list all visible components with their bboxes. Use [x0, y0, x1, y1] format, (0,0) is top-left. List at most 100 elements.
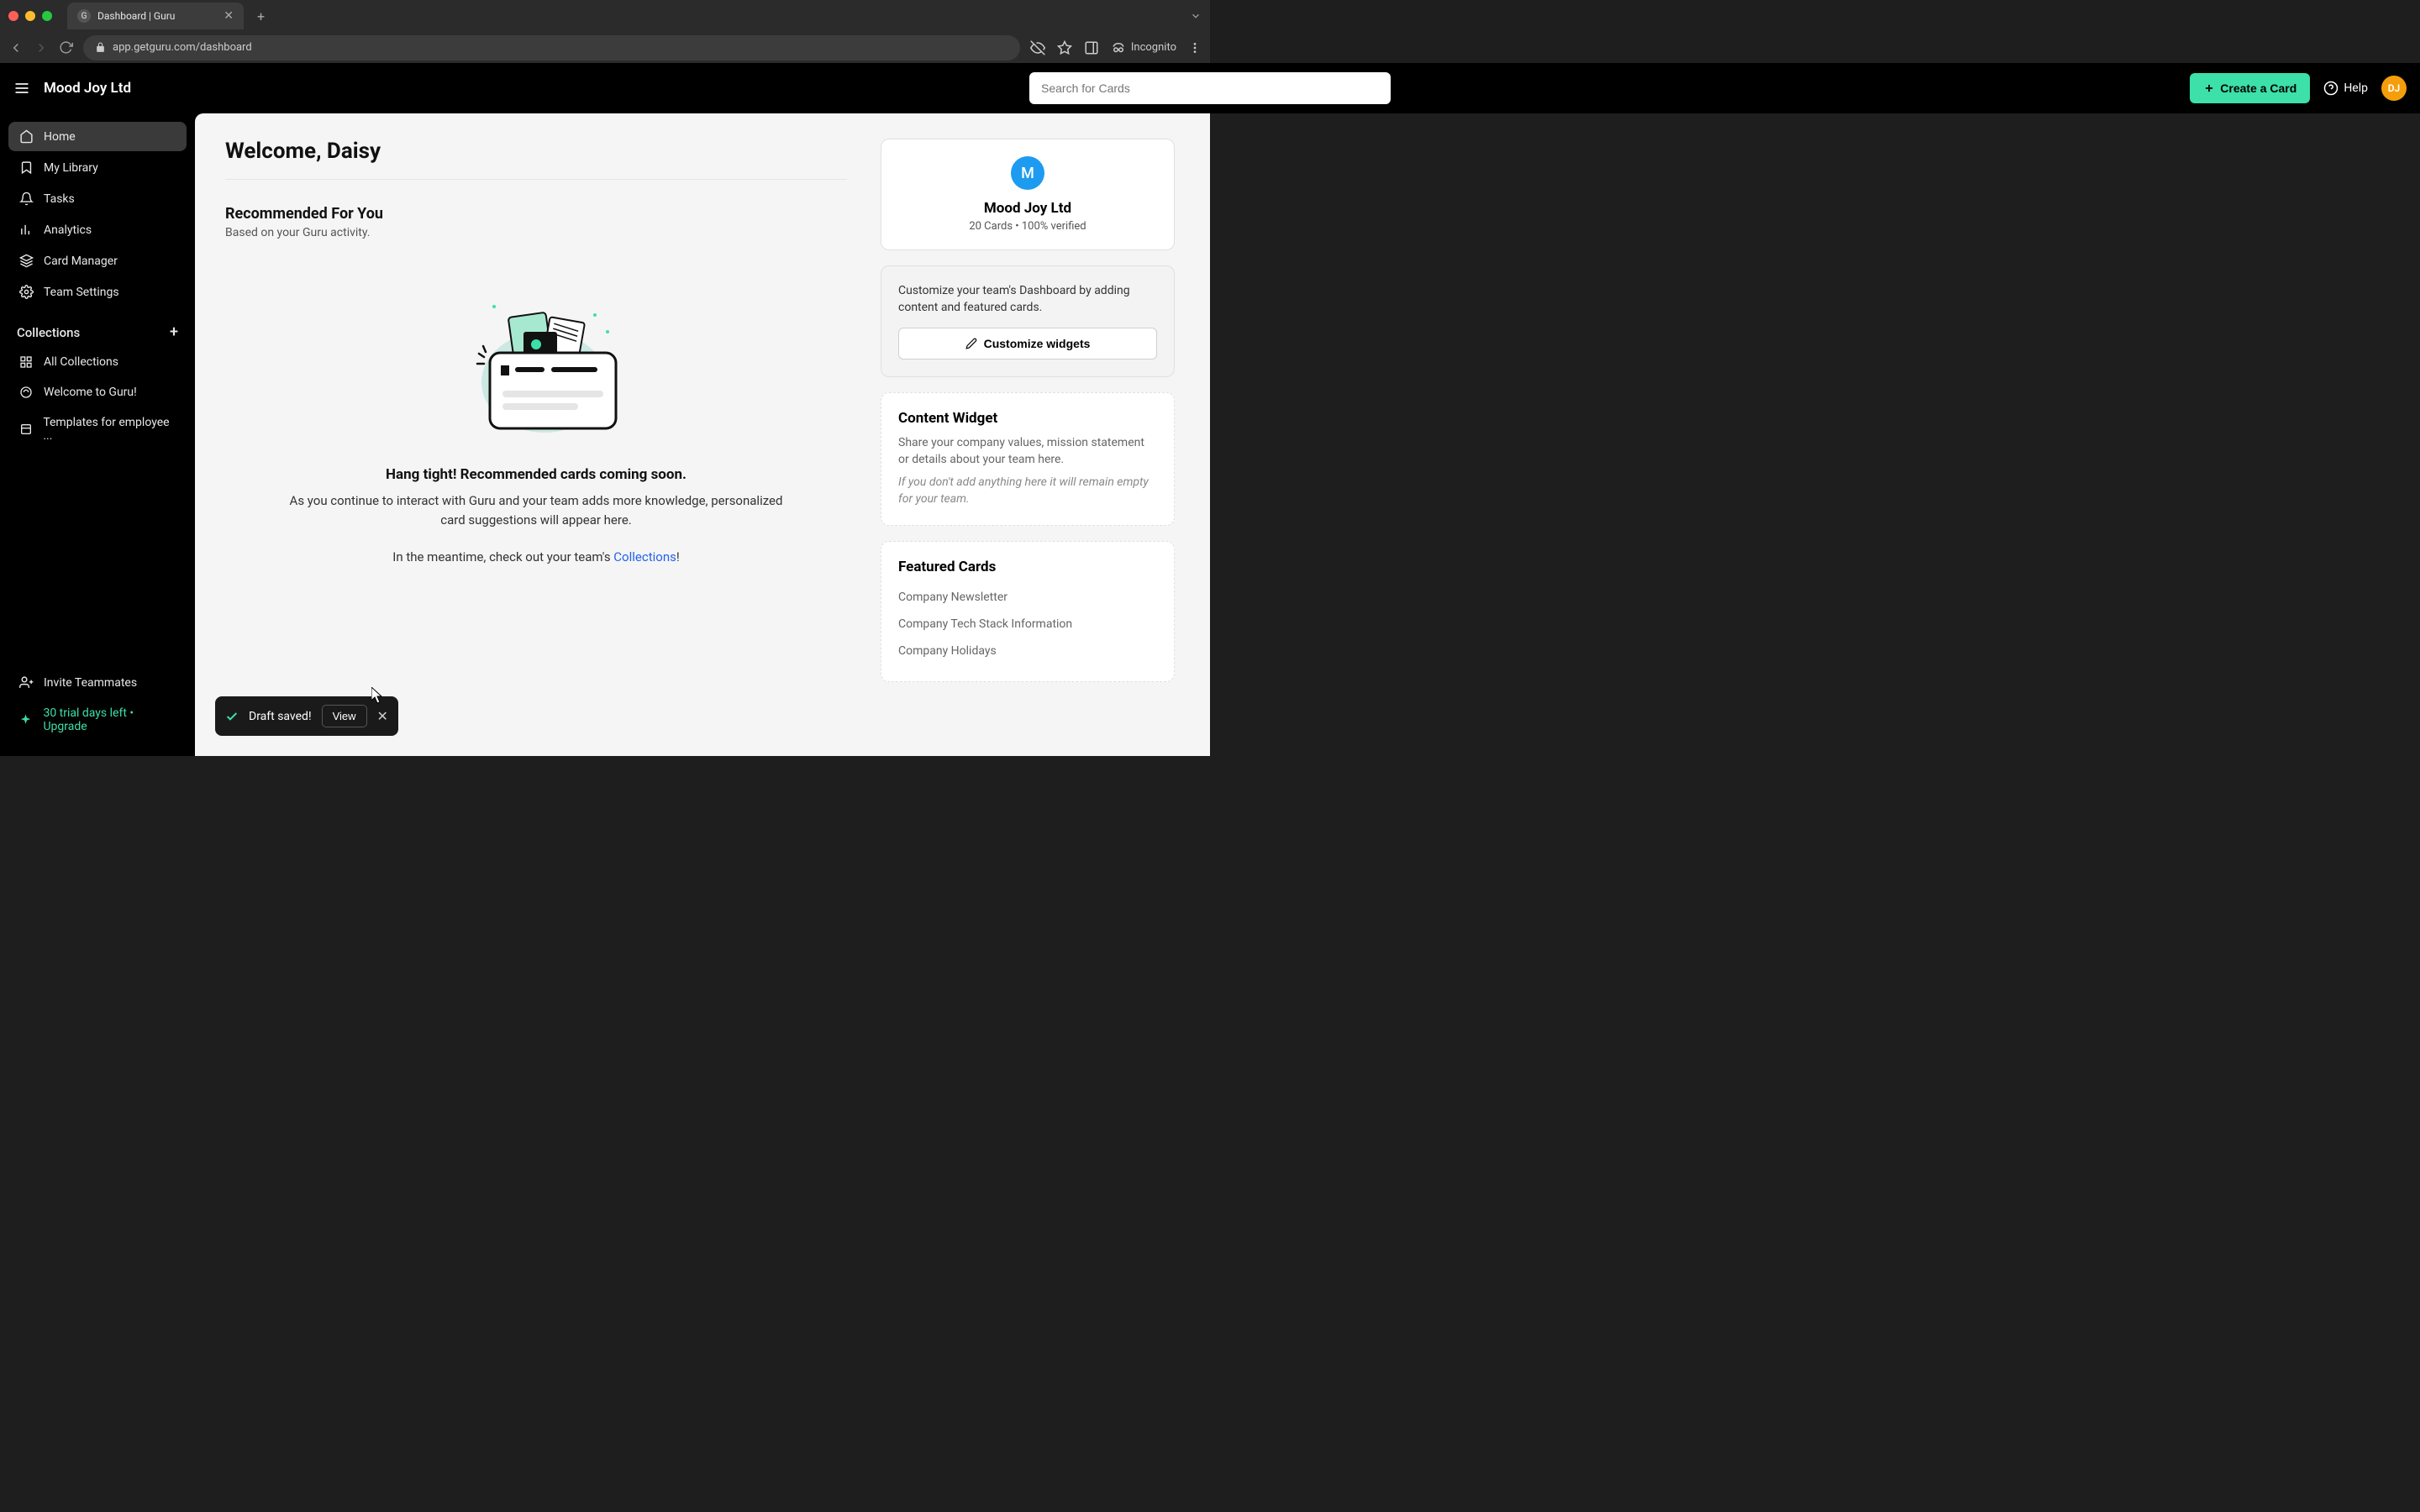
- collections-list: All Collections Welcome to Guru! Templat…: [0, 348, 195, 452]
- search-input[interactable]: [1041, 81, 1379, 95]
- right-rail: M Mood Joy Ltd 20 Cards • 100% verified …: [881, 139, 1175, 731]
- layers-icon: [18, 254, 34, 268]
- featured-list: Company Newsletter Company Tech Stack In…: [898, 584, 1157, 664]
- tab-title: Dashboard | Guru: [97, 10, 217, 22]
- sparkle-icon: [18, 713, 33, 727]
- guru-icon: [18, 386, 34, 399]
- empty-cta: In the meantime, check out your team's C…: [276, 549, 797, 564]
- empty-state: Hang tight! Recommended cards coming soo…: [225, 239, 847, 598]
- content-widget-hint: If you don't add anything here it will r…: [898, 475, 1157, 507]
- toolbar-icons: Incognito: [1030, 40, 1202, 55]
- org-name: Mood Joy Ltd: [898, 200, 1157, 217]
- welcome-title: Welcome, Daisy: [225, 139, 847, 164]
- analytics-icon: [18, 223, 34, 237]
- window-controls: [8, 11, 52, 21]
- sidebar-footer: Invite Teammates 30 trial days left • Up…: [0, 668, 195, 756]
- org-widget: M Mood Joy Ltd 20 Cards • 100% verified: [881, 139, 1175, 250]
- collections-header: Collections +: [0, 308, 195, 348]
- customize-widgets-button[interactable]: Customize widgets: [898, 328, 1157, 360]
- recommended-title: Recommended For You: [225, 205, 847, 223]
- nav-team-settings[interactable]: Team Settings: [8, 277, 187, 307]
- create-card-button[interactable]: Create a Card: [2190, 73, 2310, 103]
- tab-bar: G Dashboard | Guru ✕ +: [0, 0, 1210, 32]
- empty-illustration: [444, 273, 629, 441]
- reload-button[interactable]: [59, 40, 73, 55]
- user-plus-icon: [18, 675, 34, 690]
- toast-close-icon[interactable]: ✕: [377, 708, 388, 724]
- forward-button[interactable]: [34, 40, 49, 55]
- featured-item[interactable]: Company Holidays: [898, 638, 1157, 664]
- customize-widget: Customize your team's Dashboard by addin…: [881, 265, 1175, 377]
- org-avatar: M: [1011, 156, 1044, 190]
- eye-off-icon[interactable]: [1030, 40, 1045, 55]
- window-maximize[interactable]: [42, 11, 52, 21]
- nav-list: Home My Library Tasks Analytics Card Man…: [0, 122, 195, 308]
- empty-description: As you continue to interact with Guru an…: [276, 491, 797, 529]
- toast: Draft saved! View ✕: [215, 696, 398, 736]
- featured-title: Featured Cards: [898, 559, 1157, 575]
- url-bar[interactable]: app.getguru.com/dashboard: [83, 35, 1020, 60]
- divider: [225, 179, 847, 180]
- window-minimize[interactable]: [25, 11, 35, 21]
- featured-item[interactable]: Company Tech Stack Information: [898, 611, 1157, 638]
- featured-item[interactable]: Company Newsletter: [898, 584, 1157, 611]
- help-link[interactable]: Help: [2323, 81, 2368, 96]
- app-header: Mood Joy Ltd Create a Card Help DJ: [0, 63, 2420, 113]
- home-icon: [18, 129, 34, 144]
- check-icon: [225, 710, 239, 723]
- lock-icon: [95, 42, 106, 53]
- featured-widget[interactable]: Featured Cards Company Newsletter Compan…: [881, 541, 1175, 682]
- toast-message: Draft saved!: [249, 710, 312, 723]
- user-avatar[interactable]: DJ: [2381, 76, 2407, 101]
- main-content: Welcome, Daisy Recommended For You Based…: [195, 113, 1210, 756]
- template-icon: [18, 423, 33, 436]
- panel-icon[interactable]: [1084, 40, 1099, 55]
- plus-icon: [2203, 82, 2215, 94]
- tab-close-icon[interactable]: ✕: [224, 9, 234, 23]
- empty-title: Hang tight! Recommended cards coming soo…: [276, 466, 797, 483]
- browser-chrome: G Dashboard | Guru ✕ + app.getguru.com/d…: [0, 0, 1210, 63]
- content-widget[interactable]: Content Widget Share your company values…: [881, 392, 1175, 525]
- gear-icon: [18, 285, 34, 299]
- pencil-icon: [965, 338, 977, 349]
- bell-icon: [18, 192, 34, 206]
- search-box[interactable]: [1029, 72, 1391, 104]
- browser-tab[interactable]: G Dashboard | Guru ✕: [67, 3, 244, 29]
- incognito-badge[interactable]: Incognito: [1111, 40, 1176, 55]
- incognito-icon: [1111, 40, 1126, 55]
- collections-link[interactable]: Collections: [613, 549, 676, 564]
- customize-text: Customize your team's Dashboard by addin…: [898, 283, 1157, 316]
- tab-favicon: G: [77, 9, 91, 23]
- bookmark-icon: [18, 160, 34, 175]
- org-stats: 20 Cards • 100% verified: [898, 220, 1157, 233]
- toast-view-button[interactable]: View: [322, 705, 367, 727]
- trial-upgrade[interactable]: 30 trial days left • Upgrade: [8, 699, 187, 741]
- recommended-subtitle: Based on your Guru activity.: [225, 226, 847, 239]
- collection-templates[interactable]: Templates for employee ...: [8, 408, 187, 450]
- new-tab-button[interactable]: +: [250, 5, 271, 28]
- collection-welcome[interactable]: Welcome to Guru!: [8, 378, 187, 407]
- content-widget-title: Content Widget: [898, 410, 1157, 427]
- tabs-dropdown-icon[interactable]: [1190, 10, 1202, 22]
- address-bar: app.getguru.com/dashboard Incognito: [0, 32, 1210, 63]
- window-close[interactable]: [8, 11, 18, 21]
- sidebar: Home My Library Tasks Analytics Card Man…: [0, 63, 195, 756]
- grid-icon: [18, 355, 34, 369]
- invite-teammates[interactable]: Invite Teammates: [8, 668, 187, 697]
- nav-my-library[interactable]: My Library: [8, 153, 187, 182]
- nav-tasks[interactable]: Tasks: [8, 184, 187, 213]
- kebab-menu-icon[interactable]: [1188, 41, 1202, 55]
- url-text: app.getguru.com/dashboard: [113, 41, 252, 54]
- nav-home[interactable]: Home: [8, 122, 187, 151]
- help-icon: [2323, 81, 2338, 96]
- app-body: Home My Library Tasks Analytics Card Man…: [0, 63, 1210, 756]
- nav-card-manager[interactable]: Card Manager: [8, 246, 187, 276]
- content-widget-desc: Share your company values, mission state…: [898, 435, 1157, 468]
- hamburger-menu-icon[interactable]: [13, 80, 30, 97]
- add-collection-button[interactable]: +: [170, 323, 178, 341]
- workspace-name[interactable]: Mood Joy Ltd: [44, 80, 131, 97]
- nav-analytics[interactable]: Analytics: [8, 215, 187, 244]
- collection-all[interactable]: All Collections: [8, 348, 187, 376]
- star-icon[interactable]: [1057, 40, 1072, 55]
- back-button[interactable]: [8, 40, 24, 55]
